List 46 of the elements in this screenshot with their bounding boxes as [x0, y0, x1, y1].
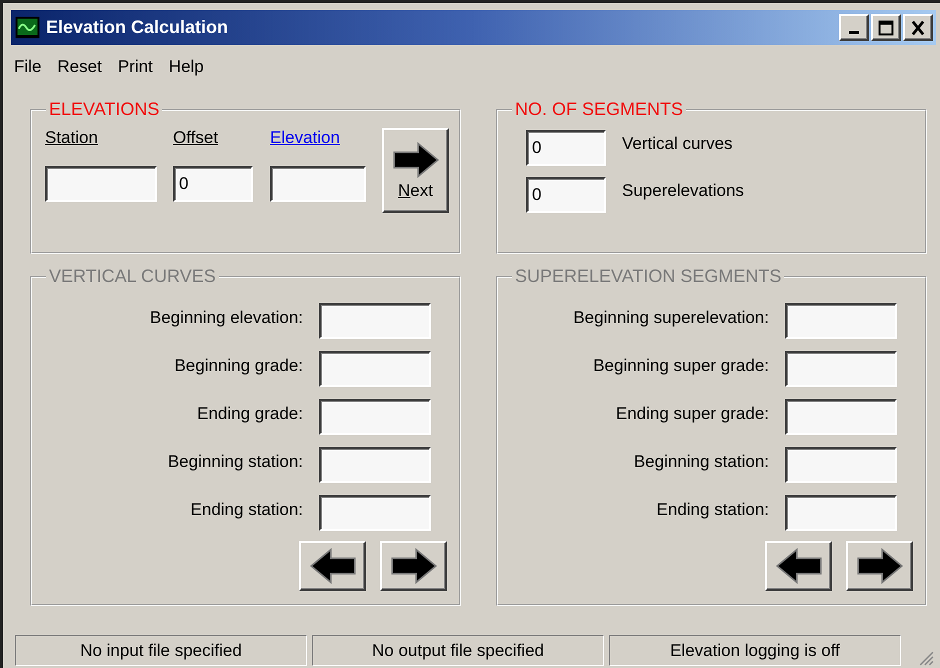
- input-field[interactable]: 0: [526, 130, 606, 166]
- status-panel: No output file specified: [312, 635, 604, 666]
- group-title: VERTICAL CURVES: [48, 266, 217, 287]
- field-label: Beginning grade:: [174, 356, 303, 376]
- minimize-icon: [849, 31, 859, 34]
- group-title: ELEVATIONS: [48, 99, 160, 120]
- status-panel: Elevation logging is off: [609, 635, 901, 666]
- input-field[interactable]: [45, 166, 157, 202]
- resize-grip-icon: [918, 650, 934, 666]
- field-label: Beginning station:: [168, 452, 303, 472]
- input-field[interactable]: 0: [173, 166, 253, 202]
- maximize-button[interactable]: [871, 14, 901, 41]
- field-label: Beginning elevation:: [150, 308, 303, 328]
- column-header[interactable]: Offset: [173, 128, 270, 154]
- field-label: Ending station:: [190, 500, 303, 520]
- menu-item[interactable]: Print: [116, 57, 155, 81]
- minimize-button[interactable]: [839, 14, 869, 41]
- input-field[interactable]: [270, 166, 366, 202]
- input-field[interactable]: 0: [526, 177, 606, 213]
- group-title: NO. OF SEGMENTS: [514, 99, 684, 120]
- maximize-icon: [877, 20, 895, 36]
- right-arrow-icon: [856, 547, 904, 585]
- menu-item[interactable]: File: [12, 57, 44, 81]
- next-button[interactable]: Next: [382, 128, 449, 213]
- field-label: Vertical curves: [622, 134, 733, 154]
- left-arrow-icon: [774, 547, 822, 585]
- menu-item[interactable]: Reset: [55, 57, 104, 81]
- right-arrow-icon: [390, 547, 438, 585]
- field-label: Ending station:: [656, 500, 769, 520]
- field-label: Beginning super grade:: [593, 356, 769, 376]
- field-label: Superelevations: [622, 181, 744, 201]
- column-header[interactable]: Elevation: [270, 128, 382, 154]
- field-label: Ending grade:: [197, 404, 303, 424]
- field-label: Beginning superelevation:: [573, 308, 769, 328]
- right-arrow-icon: [392, 140, 440, 178]
- status-panel: No input file specified: [15, 635, 307, 666]
- field-label: Beginning station:: [634, 452, 769, 472]
- close-icon: [909, 20, 927, 36]
- app-icon: [15, 16, 40, 39]
- close-button[interactable]: [903, 14, 933, 41]
- column-header[interactable]: Station: [45, 128, 173, 154]
- group-title: SUPERELEVATION SEGMENTS: [514, 266, 782, 287]
- field-label: Ending super grade:: [616, 404, 769, 424]
- left-arrow-icon: [308, 547, 356, 585]
- menu-item[interactable]: Help: [166, 57, 206, 81]
- window-title: Elevation Calculation: [46, 17, 230, 38]
